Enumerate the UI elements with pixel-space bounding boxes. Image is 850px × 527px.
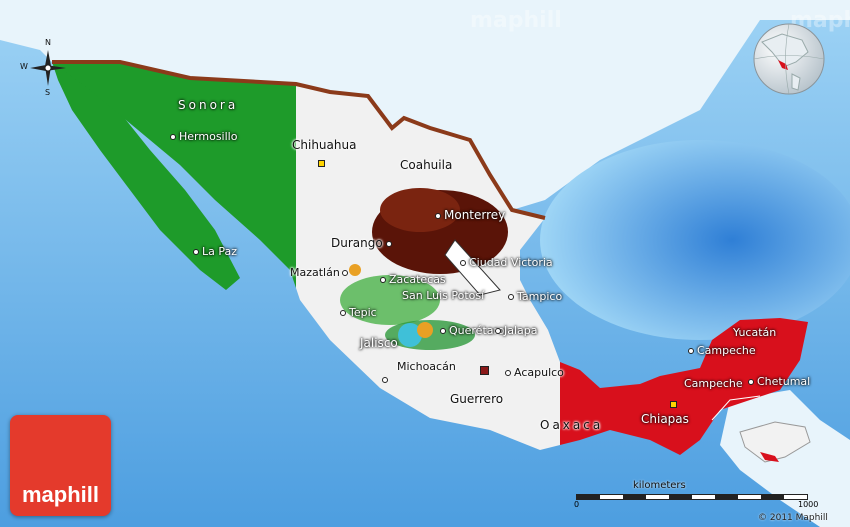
globe-icon [753, 23, 825, 95]
label-sonora: Sonora [178, 98, 239, 112]
gulf-of-mexico [540, 140, 850, 340]
scale-bar: kilometers 0 1000 [574, 480, 818, 510]
label-chetumal: Chetumal [748, 375, 810, 388]
capital-marker-chiapas [670, 394, 680, 413]
label-acapulco: Acapulco [505, 366, 564, 379]
locator-globe [752, 22, 826, 96]
scale-title: kilometers [633, 480, 686, 491]
compass-rose: N S W [18, 38, 78, 98]
label-yucatan: Yucatán [733, 326, 777, 339]
scale-bar-graphic [576, 494, 808, 500]
maphill-logo[interactable]: maphill [10, 415, 111, 516]
copyright-text: © 2011 Maphill [758, 513, 828, 523]
inset-map-icon [739, 421, 811, 463]
capital-marker-chihuahua [318, 153, 328, 172]
label-campeche-state: Campeche [684, 377, 743, 390]
label-tepic: Tepic [340, 306, 377, 319]
label-oaxaca: Oaxaca [540, 418, 604, 432]
label-la-paz: La Paz [193, 245, 237, 258]
label-michoacan: Michoacán [397, 360, 456, 373]
label-mazatlan: Mazatlán [290, 266, 351, 279]
logo-text: maphill [21, 482, 99, 507]
scale-min-label: 0 [574, 500, 580, 509]
label-san-luis-potosi: San Luis Potosí [402, 289, 485, 302]
map-base [0, 0, 850, 527]
inset-locator-map [735, 412, 815, 472]
label-chiapas: Chiapas [641, 412, 689, 426]
label-guerrero: Guerrero [450, 392, 504, 406]
compass-n: N [45, 38, 51, 47]
label-zacatecas: Zacatecas [380, 273, 446, 286]
watermark: maphill [470, 8, 562, 33]
compass-s: S [45, 88, 51, 97]
capital-marker-mexico-city [480, 366, 489, 375]
label-ciudad-victoria: Ciudad Victoria [460, 256, 553, 269]
city-marker-michoacan [382, 369, 391, 388]
label-hermosillo: Hermosillo [170, 130, 237, 143]
label-jalisco: Jalisco [360, 336, 398, 350]
label-coahuila: Coahuila [400, 158, 453, 172]
label-campeche-city: Campeche [688, 344, 756, 357]
label-jalapa: Jalapa [495, 324, 538, 337]
label-chihuahua: Chihuahua [292, 138, 357, 152]
label-tampico: Tampico [508, 290, 562, 303]
label-monterrey: Monterrey [435, 208, 505, 222]
label-durango: Durango [331, 236, 395, 250]
scale-max-label: 1000 [798, 500, 819, 509]
map-view[interactable]: maphill maphill N S W Sonora H [0, 0, 850, 527]
compass-w: W [20, 62, 28, 71]
